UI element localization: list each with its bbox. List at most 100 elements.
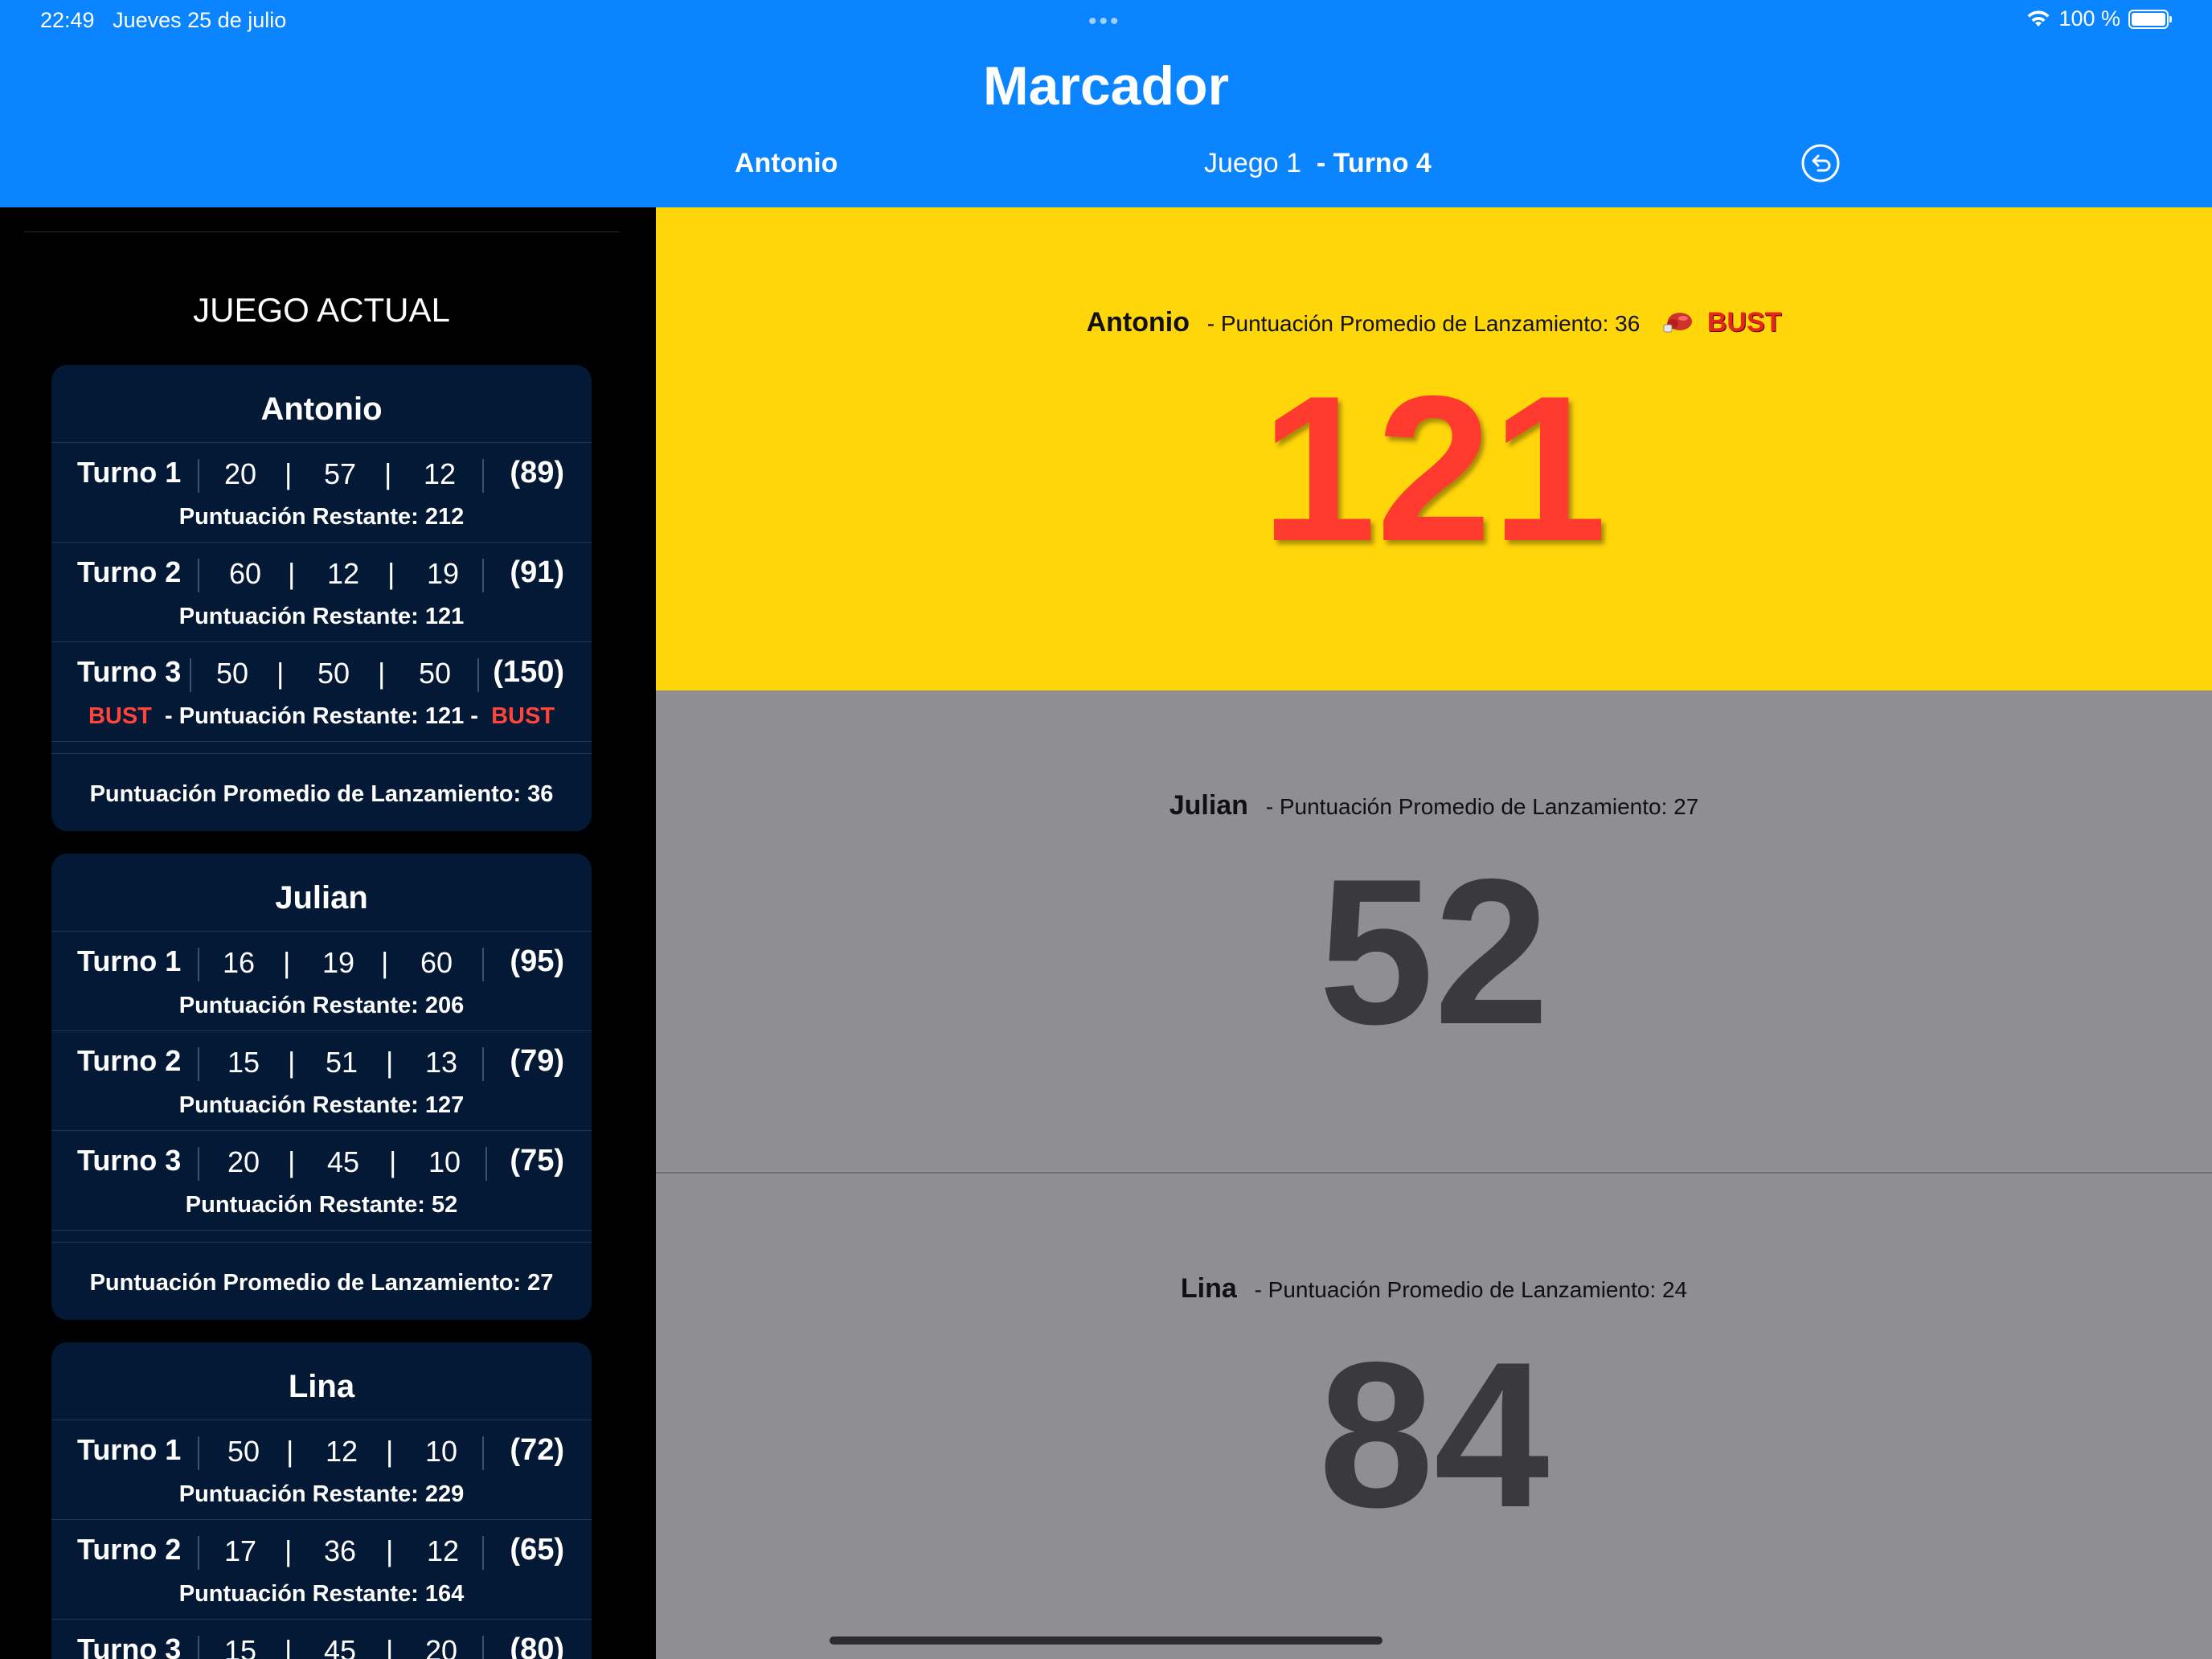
battery-icon xyxy=(2128,9,2172,29)
separator: | xyxy=(288,1145,296,1178)
battery-percent: 100 % xyxy=(2058,6,2120,31)
turn-label: Turno 2 xyxy=(77,555,182,588)
dart-score: 36 xyxy=(323,1534,357,1567)
player-card-julian: Julian Turno 1 16 | 19 | 60 (95) Puntuac… xyxy=(51,854,592,1320)
turn-total: (89) xyxy=(510,456,564,490)
dart-score: 10 xyxy=(428,1145,461,1178)
average-throw-score: - Puntuación Promedio de Lanzamiento: 24 xyxy=(1254,1277,1688,1302)
separator: | xyxy=(386,1435,394,1468)
dart-score: 50 xyxy=(418,657,452,690)
clock: 22:49 xyxy=(40,8,95,32)
separator: | xyxy=(386,1534,394,1567)
dart-score: 20 xyxy=(227,1145,260,1178)
home-indicator[interactable] xyxy=(830,1636,1382,1645)
undo-button[interactable] xyxy=(1800,143,1841,183)
dart-score: 12 xyxy=(426,1534,460,1567)
turn-label: Turno 1 xyxy=(77,1433,182,1466)
game-label: Juego 1 xyxy=(1204,148,1301,178)
divider xyxy=(51,1231,592,1243)
dart-score: 19 xyxy=(426,557,460,590)
divider xyxy=(198,1147,199,1181)
top-bar: 22:49 Jueves 25 de julio ••• 100 % Marca… xyxy=(0,0,2212,207)
section-title: JUEGO ACTUAL xyxy=(193,291,450,329)
separator: | xyxy=(276,657,285,690)
divider xyxy=(482,1436,484,1470)
player-name: Julian xyxy=(1169,790,1248,821)
remaining-score: Puntuación Restante: 229 xyxy=(178,1481,465,1507)
divider xyxy=(482,1536,484,1570)
separator: | xyxy=(386,1046,394,1079)
divider xyxy=(198,559,199,592)
dart-score: 13 xyxy=(424,1046,458,1079)
player-name: Julian xyxy=(51,854,592,932)
dart-score: 60 xyxy=(228,557,262,590)
dart-score: 51 xyxy=(325,1046,358,1079)
dart-score: 20 xyxy=(223,457,257,490)
turn-row: Turno 2 60 | 12 | 19 (91) Puntuación Res… xyxy=(51,543,592,642)
divider xyxy=(198,1047,199,1081)
turn-total: (75) xyxy=(510,1144,564,1178)
dart-score: 19 xyxy=(322,946,355,979)
undo-icon xyxy=(1801,144,1840,182)
divider xyxy=(198,1536,199,1570)
separator: | xyxy=(378,657,386,690)
dart-score: 20 xyxy=(424,1634,458,1659)
remaining-score: Puntuación Restante: 206 xyxy=(178,993,465,1018)
dart-score: 50 xyxy=(317,657,350,690)
multitasking-dots-icon[interactable]: ••• xyxy=(1088,8,1121,35)
wifi-icon xyxy=(2027,10,2050,27)
remaining-text: - Puntuación Restante: 121 - xyxy=(158,703,485,729)
player-panel-lina[interactable]: Lina - Puntuación Promedio de Lanzamient… xyxy=(656,1174,2212,1659)
divider xyxy=(198,1436,199,1470)
dart-score: 12 xyxy=(326,557,360,590)
turn-row: Turno 1 50 | 12 | 10 (72) Puntuación Res… xyxy=(51,1420,592,1520)
turn-total: (91) xyxy=(510,555,564,589)
turn-row: Turno 2 17 | 36 | 12 (65) Puntuación Res… xyxy=(51,1520,592,1620)
player-name: Lina xyxy=(51,1342,592,1420)
turn-row: Turno 3 15 | 45 | 20 (80) xyxy=(51,1620,592,1659)
dart-score: 10 xyxy=(424,1435,458,1468)
divider xyxy=(482,559,484,592)
player-card-antonio: Antonio Turno 1 20 | 57 | 12 (89) Puntua… xyxy=(51,365,592,831)
divider xyxy=(24,231,619,232)
average-throw-score: Puntuación Promedio de Lanzamiento: 36 xyxy=(89,781,554,807)
separator: | xyxy=(288,1046,296,1079)
player-panel-julian[interactable]: Julian - Puntuación Promedio de Lanzamie… xyxy=(656,690,2212,1174)
dart-score: 45 xyxy=(326,1145,360,1178)
bust-label: BUST xyxy=(88,703,152,729)
bust-badge: BUST xyxy=(1706,307,1782,338)
separator: | xyxy=(288,557,296,590)
dart-score: 50 xyxy=(227,1435,260,1468)
divider xyxy=(198,459,199,493)
separator: | xyxy=(286,1435,294,1468)
turn-total: (80) xyxy=(510,1632,564,1659)
dart-score: 15 xyxy=(227,1046,260,1079)
remaining-score: Puntuación Restante: 121 xyxy=(178,604,465,629)
date: Jueves 25 de julio xyxy=(113,8,287,32)
turn-row: Turno 3 50 | 50 | 50 (150) BUST - Puntua… xyxy=(51,642,592,742)
dart-score: 15 xyxy=(223,1634,257,1659)
sidebar-current-game[interactable]: JUEGO ACTUAL Antonio Turno 1 20 | 57 | 1… xyxy=(0,207,656,1659)
divider xyxy=(482,1636,484,1659)
separator: | xyxy=(285,1634,293,1659)
divider xyxy=(198,948,199,981)
divider xyxy=(482,948,484,981)
player-name: Lina xyxy=(1180,1273,1237,1304)
turn-label: Turno 1 xyxy=(77,944,182,977)
divider xyxy=(51,742,592,754)
turn-row: Turno 3 20 | 45 | 10 (75) Puntuación Res… xyxy=(51,1131,592,1231)
separator: | xyxy=(381,946,389,979)
separator: | xyxy=(386,1634,394,1659)
player-panel-antonio[interactable]: Antonio - Puntuación Promedio de Lanzami… xyxy=(656,207,2212,690)
turn-total: (79) xyxy=(510,1044,564,1078)
dart-score: 17 xyxy=(223,1534,257,1567)
remaining-score: Puntuación Restante: 52 xyxy=(185,1192,458,1218)
turn-label: Turno 2 xyxy=(77,1044,182,1077)
turn-label: Turno 3 xyxy=(77,1632,182,1659)
dart-score: 50 xyxy=(215,657,249,690)
player-card-lina: Lina Turno 1 50 | 12 | 10 (72) Puntuació… xyxy=(51,1342,592,1659)
boxing-glove-icon xyxy=(1663,313,1693,333)
average-throw-score: - Puntuación Promedio de Lanzamiento: 27 xyxy=(1265,794,1699,819)
turn-total: (65) xyxy=(510,1533,564,1567)
turn-label: - Turno 4 xyxy=(1316,148,1432,178)
